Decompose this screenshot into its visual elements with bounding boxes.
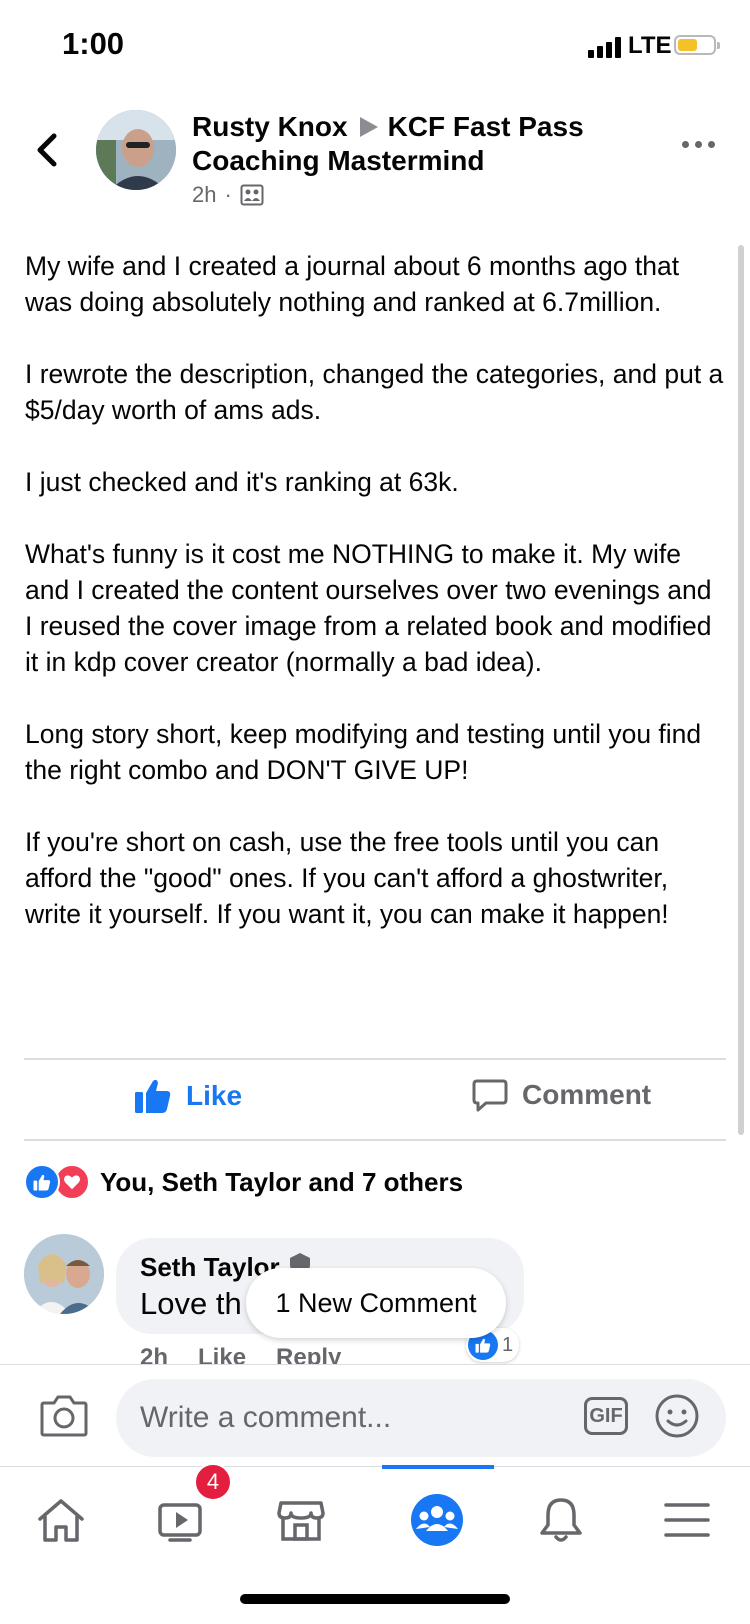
post-paragraph: I just checked and it's ranking at 63k. — [25, 467, 459, 497]
post-body: My wife and I created a journal about 6 … — [25, 248, 725, 968]
comment-composer: Write a comment... GIF — [0, 1364, 750, 1467]
commenter-avatar[interactable] — [24, 1234, 104, 1314]
thumbs-up-icon — [135, 1079, 171, 1113]
tab-marketplace[interactable] — [266, 1485, 336, 1555]
groups-icon — [411, 1494, 463, 1546]
home-icon — [38, 1499, 84, 1542]
signal-icon — [588, 36, 624, 58]
tab-bar: 4 — [0, 1463, 750, 1587]
author-avatar[interactable] — [96, 110, 176, 190]
post-paragraph: If you're short on cash, use the free to… — [25, 827, 669, 929]
reactions-summary[interactable]: You, Seth Taylor and 7 others — [24, 1164, 463, 1200]
comment-time: 2h — [140, 1344, 169, 1364]
comment-placeholder: Write a comment... — [140, 1401, 392, 1434]
comment-like-link[interactable]: Like — [198, 1344, 246, 1364]
more-options-button[interactable] — [682, 138, 722, 150]
menu-icon — [664, 1503, 710, 1537]
status-time: 1:00 — [62, 26, 125, 61]
post-paragraph: What's funny is it cost me NOTHING to ma… — [25, 539, 712, 677]
camera-icon — [40, 1395, 88, 1437]
group-privacy-icon — [240, 184, 264, 206]
post-paragraph: My wife and I created a journal about 6 … — [25, 251, 680, 317]
comment-label: Comment — [522, 1079, 652, 1110]
bell-icon — [540, 1498, 582, 1542]
divider — [24, 1139, 726, 1141]
meta-separator: · — [224, 182, 232, 207]
comment-input[interactable]: Write a comment... GIF — [116, 1379, 726, 1457]
active-tab-indicator — [382, 1465, 494, 1469]
post-meta: 2h · — [192, 182, 264, 208]
reaction-count: 1 — [502, 1333, 514, 1356]
author-name[interactable]: Rusty Knox — [192, 111, 348, 142]
reactions-text: You, Seth Taylor and 7 others — [100, 1166, 464, 1197]
network-label: LTE — [628, 32, 672, 59]
comment-icon — [472, 1079, 508, 1112]
home-indicator[interactable] — [240, 1594, 510, 1604]
new-comment-pill[interactable]: 1 New Comment — [246, 1268, 506, 1338]
comment-meta: 2h Like Reply — [140, 1344, 341, 1364]
tab-notifications[interactable] — [526, 1485, 596, 1555]
video-icon — [158, 1503, 202, 1542]
camera-button[interactable] — [40, 1393, 88, 1437]
tab-groups[interactable] — [402, 1485, 472, 1555]
post-paragraph: Long story short, keep modifying and tes… — [25, 719, 702, 785]
post-actions: Like Comment — [0, 1058, 750, 1138]
tab-menu[interactable] — [652, 1485, 722, 1555]
post-time[interactable]: 2h — [192, 182, 216, 208]
like-button[interactable]: Like — [134, 1078, 242, 1114]
marketplace-icon — [277, 1501, 325, 1541]
post-paragraph: I rewrote the description, changed the c… — [25, 359, 724, 425]
notification-badge: 4 — [194, 1463, 232, 1501]
back-button[interactable] — [32, 130, 62, 170]
gif-button[interactable]: GIF — [584, 1397, 628, 1435]
emoji-icon[interactable] — [654, 1393, 700, 1439]
like-label: Like — [186, 1080, 243, 1111]
arrow-right-icon — [359, 116, 378, 137]
comment-text: Love th — [140, 1286, 242, 1321]
post-title: Rusty Knox KCF Fast Pass Coaching Masterm… — [192, 110, 612, 178]
scrollbar[interactable] — [738, 245, 744, 1135]
post-header: Rusty Knox KCF Fast Pass Coaching Masterm… — [0, 100, 750, 220]
tab-home[interactable] — [26, 1485, 96, 1555]
status-bar: 1:00 LTE — [0, 0, 750, 90]
battery-icon — [674, 35, 720, 55]
chevron-left-icon — [37, 133, 57, 167]
comment-button[interactable]: Comment — [472, 1078, 651, 1112]
comment-reply-link[interactable]: Reply — [276, 1344, 341, 1364]
like-reaction-icon — [24, 1164, 60, 1200]
